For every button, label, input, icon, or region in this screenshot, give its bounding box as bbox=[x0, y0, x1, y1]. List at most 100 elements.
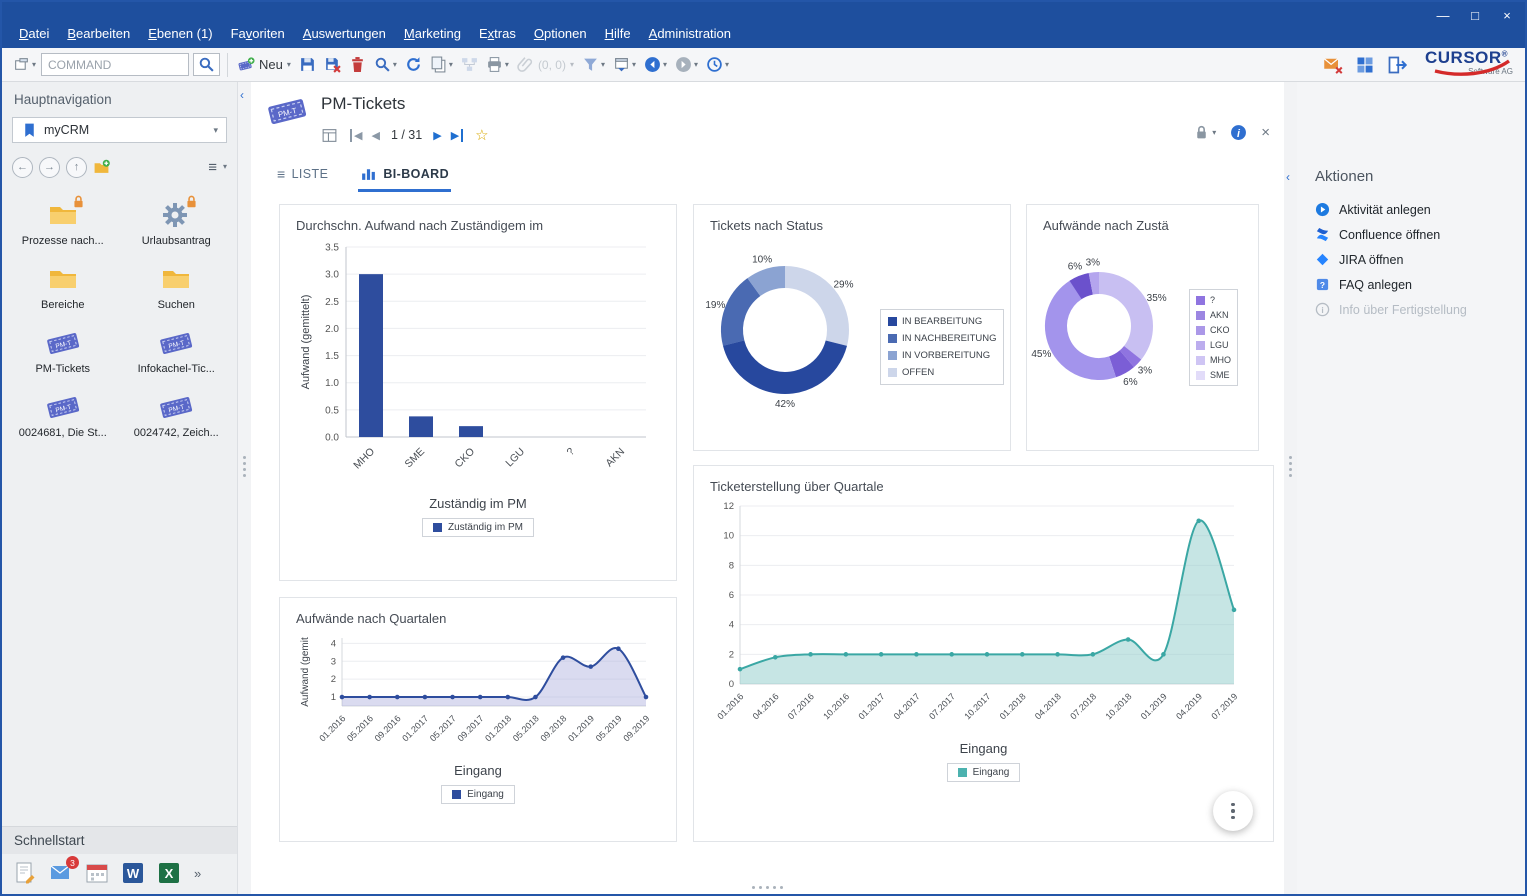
logout-icon[interactable] bbox=[1387, 55, 1407, 75]
svg-text:07.2019: 07.2019 bbox=[1209, 691, 1239, 721]
sidebar-tile-urlaubsantrag[interactable]: Urlaubsantrag bbox=[120, 199, 234, 247]
workspace-select[interactable]: myCRM ▾ bbox=[12, 117, 227, 143]
calendar-shortcut[interactable] bbox=[84, 860, 110, 886]
last-record-button[interactable]: ▶ bbox=[451, 129, 463, 142]
menu-extras[interactable]: Extras bbox=[470, 22, 525, 45]
horizontal-splitter-grip[interactable] bbox=[251, 881, 1284, 894]
close-view-icon[interactable]: × bbox=[1261, 124, 1270, 141]
forward-button[interactable]: ▾ bbox=[672, 52, 701, 78]
sidebar-tile-suchen[interactable]: Suchen bbox=[120, 263, 234, 311]
svg-text:4: 4 bbox=[729, 620, 734, 631]
history-button[interactable]: ▾ bbox=[703, 52, 732, 78]
lock-button[interactable]: ▾ bbox=[1193, 124, 1216, 141]
x-axis-title: Zuständig im PM bbox=[296, 496, 660, 511]
close-button[interactable]: × bbox=[1491, 4, 1523, 26]
splitter-grip[interactable] bbox=[1289, 456, 1292, 477]
schnellstart-header[interactable]: Schnellstart bbox=[2, 826, 237, 854]
chevron-down-icon[interactable]: ▾ bbox=[505, 61, 509, 69]
minimize-button[interactable]: — bbox=[1427, 4, 1459, 26]
sidebar-tile-0024742[interactable]: 0024742, Zeich... bbox=[120, 391, 234, 439]
action-faq-anlegen[interactable]: FAQ anlegen bbox=[1297, 272, 1525, 297]
menu-favoriten[interactable]: Favoriten bbox=[222, 22, 294, 45]
chevron-down-icon[interactable]: ▾ bbox=[1212, 129, 1216, 137]
nav-forward-button[interactable]: → bbox=[39, 157, 60, 178]
excel-shortcut[interactable] bbox=[156, 860, 182, 886]
nav-up-button[interactable]: ↑ bbox=[66, 157, 87, 178]
refresh-button[interactable] bbox=[402, 52, 425, 78]
left-splitter[interactable]: ‹ bbox=[238, 82, 251, 894]
print-button[interactable]: ▾ bbox=[483, 52, 512, 78]
action-confluence-oeffnen[interactable]: Confluence öffnen bbox=[1297, 222, 1525, 247]
menu-ebenen[interactable]: Ebenen (1) bbox=[139, 22, 221, 45]
menu-marketing[interactable]: Marketing bbox=[395, 22, 470, 45]
collapse-actions-icon[interactable]: ‹ bbox=[1286, 170, 1290, 184]
svg-text:05.2017: 05.2017 bbox=[428, 713, 458, 743]
previous-record-button[interactable]: ◀ bbox=[371, 129, 379, 142]
action-aktivitaet-anlegen[interactable]: Aktivität anlegen bbox=[1297, 197, 1525, 222]
sidebar-tile-prozesse[interactable]: Prozesse nach... bbox=[6, 199, 120, 247]
sidebar-tile-pm-tickets[interactable]: PM-Tickets bbox=[6, 327, 120, 375]
menu-administration[interactable]: Administration bbox=[640, 22, 740, 45]
chevron-down-icon[interactable]: ▾ bbox=[287, 61, 291, 69]
sidebar-menu-button[interactable]: ≡ bbox=[208, 159, 217, 176]
chevron-down-icon[interactable]: ▾ bbox=[601, 61, 605, 69]
next-record-button[interactable]: ▶ bbox=[433, 129, 441, 142]
chevron-down-icon[interactable]: ▾ bbox=[632, 61, 636, 69]
nav-back-button[interactable]: ← bbox=[12, 157, 33, 178]
menu-datei[interactable]: Datei bbox=[10, 22, 58, 45]
note-shortcut[interactable] bbox=[12, 860, 38, 886]
menu-hilfe[interactable]: Hilfe bbox=[596, 22, 640, 45]
back-button[interactable]: ▾ bbox=[641, 52, 670, 78]
tab-bi-board[interactable]: BI-BOARD bbox=[358, 165, 451, 192]
command-input[interactable] bbox=[41, 53, 189, 76]
dashboard-grid-icon[interactable] bbox=[1355, 55, 1375, 75]
search-edit-button[interactable]: ▾ bbox=[371, 52, 400, 78]
chevron-down-icon[interactable]: ▾ bbox=[570, 61, 574, 69]
mail-shortcut[interactable]: 3 bbox=[48, 860, 74, 886]
chevron-down-icon[interactable]: ▾ bbox=[449, 61, 453, 69]
filter-button[interactable]: ▾ bbox=[579, 52, 608, 78]
copy-button[interactable]: ▾ bbox=[427, 52, 456, 78]
hierarchy-button[interactable] bbox=[458, 52, 481, 78]
new-button[interactable]: Neu▾ bbox=[235, 52, 294, 78]
attachments-button[interactable]: (0, 0)▾ bbox=[514, 52, 577, 78]
chevron-down-icon[interactable]: ▾ bbox=[32, 61, 36, 69]
first-record-button[interactable]: ◀ bbox=[350, 129, 362, 142]
window-select-button[interactable]: ▾ bbox=[10, 52, 39, 78]
board-icon[interactable] bbox=[321, 127, 338, 144]
chevron-down-icon[interactable]: ▾ bbox=[725, 61, 729, 69]
send-mail-icon[interactable] bbox=[1323, 55, 1343, 75]
favorite-star-icon[interactable]: ☆ bbox=[475, 126, 488, 144]
action-info-fertigstellung: Info über Fertigstellung bbox=[1297, 297, 1525, 322]
svg-text:1.5: 1.5 bbox=[325, 351, 339, 362]
menu-auswertungen[interactable]: Auswertungen bbox=[294, 22, 395, 45]
maximize-button[interactable]: □ bbox=[1459, 4, 1491, 26]
new-folder-icon[interactable] bbox=[93, 159, 110, 176]
tab-liste[interactable]: ≡LISTE bbox=[275, 166, 330, 192]
chevron-down-icon[interactable]: ▾ bbox=[694, 61, 698, 69]
chevron-down-icon[interactable]: ▾ bbox=[663, 61, 667, 69]
chevron-down-icon[interactable]: ▾ bbox=[393, 61, 397, 69]
chevron-down-icon[interactable]: ▾ bbox=[213, 125, 218, 136]
sidebar-tile-infokachel[interactable]: Infokachel-Tic... bbox=[120, 327, 234, 375]
more-actions-fab[interactable] bbox=[1213, 791, 1253, 831]
info-icon[interactable] bbox=[1230, 124, 1247, 141]
word-shortcut[interactable] bbox=[120, 860, 146, 886]
right-splitter[interactable]: ‹ bbox=[1284, 82, 1297, 894]
more-icon[interactable]: » bbox=[194, 866, 201, 881]
splitter-grip[interactable] bbox=[243, 456, 246, 477]
list-icon: ≡ bbox=[277, 166, 286, 182]
discard-button[interactable] bbox=[321, 52, 344, 78]
chart-legend: Zuständig im PM bbox=[296, 518, 660, 537]
command-search-button[interactable] bbox=[193, 53, 220, 76]
save-button[interactable] bbox=[296, 52, 319, 78]
sidebar-tile-bereiche[interactable]: Bereiche bbox=[6, 263, 120, 311]
collapse-left-icon[interactable]: ‹ bbox=[240, 88, 244, 102]
menu-bearbeiten[interactable]: Bearbeiten bbox=[58, 22, 139, 45]
delete-button[interactable] bbox=[346, 52, 369, 78]
chevron-down-icon[interactable]: ▾ bbox=[223, 163, 227, 171]
open-window-button[interactable]: ▾ bbox=[610, 52, 639, 78]
sidebar-tile-0024681[interactable]: 0024681, Die St... bbox=[6, 391, 120, 439]
menu-optionen[interactable]: Optionen bbox=[525, 22, 596, 45]
action-jira-oeffnen[interactable]: JIRA öffnen bbox=[1297, 247, 1525, 272]
